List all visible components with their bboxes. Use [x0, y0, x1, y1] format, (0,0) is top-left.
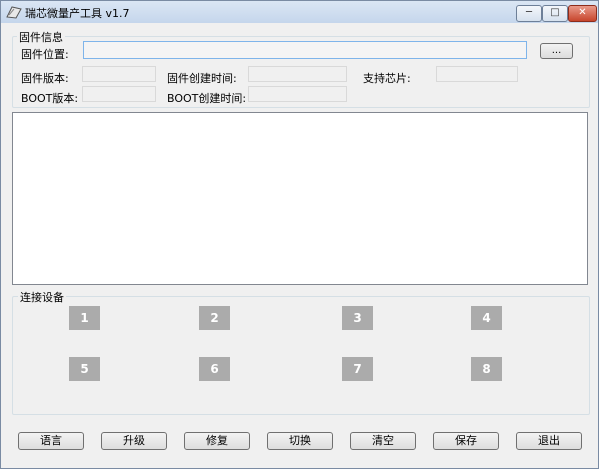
- firmware-info-title: 固件信息: [17, 29, 65, 45]
- device-slot-8: 8: [471, 357, 502, 381]
- browse-button[interactable]: ...: [540, 43, 573, 59]
- switch-button[interactable]: 切换: [267, 432, 333, 450]
- boot-version-label: BOOT版本:: [21, 92, 79, 105]
- boot-create-time-label: BOOT创建时间:: [167, 92, 247, 105]
- device-slot-4: 4: [471, 306, 502, 330]
- firmware-path-label: 固件位置:: [21, 48, 69, 61]
- minimize-button[interactable]: ─: [516, 5, 542, 22]
- language-button[interactable]: 语言: [18, 432, 84, 450]
- device-slot-1: 1: [69, 306, 100, 330]
- firmware-version-label: 固件版本:: [21, 72, 69, 85]
- upgrade-button[interactable]: 升级: [101, 432, 167, 450]
- log-textarea[interactable]: [12, 112, 588, 285]
- app-icon: [6, 6, 22, 19]
- firmware-create-time-label: 固件创建时间:: [167, 72, 237, 85]
- device-slot-7: 7: [342, 357, 373, 381]
- exit-button[interactable]: 退出: [516, 432, 582, 450]
- device-slot-5: 5: [69, 357, 100, 381]
- firmware-version-field: [82, 66, 156, 82]
- close-button[interactable]: ✕: [568, 5, 597, 22]
- repair-button[interactable]: 修复: [184, 432, 250, 450]
- boot-version-field: [82, 86, 156, 102]
- clear-button[interactable]: 清空: [350, 432, 416, 450]
- firmware-path-input[interactable]: [83, 41, 527, 59]
- supported-chip-label: 支持芯片:: [363, 72, 411, 85]
- device-slot-2: 2: [199, 306, 230, 330]
- device-slot-6: 6: [199, 357, 230, 381]
- device-slot-3: 3: [342, 306, 373, 330]
- maximize-button[interactable]: □: [542, 5, 568, 22]
- main-window: 瑞芯微量产工具 v1.7 ─ □ ✕ 固件信息 固件位置: ... 固件版本: …: [0, 0, 599, 469]
- save-button[interactable]: 保存: [433, 432, 499, 450]
- title-bar[interactable]: 瑞芯微量产工具 v1.7 ─ □ ✕: [1, 1, 598, 23]
- boot-create-time-field: [248, 86, 347, 102]
- supported-chip-field: [436, 66, 518, 82]
- devices-title: 连接设备: [18, 289, 66, 305]
- firmware-create-time-field: [248, 66, 347, 82]
- window-title: 瑞芯微量产工具 v1.7: [25, 7, 130, 20]
